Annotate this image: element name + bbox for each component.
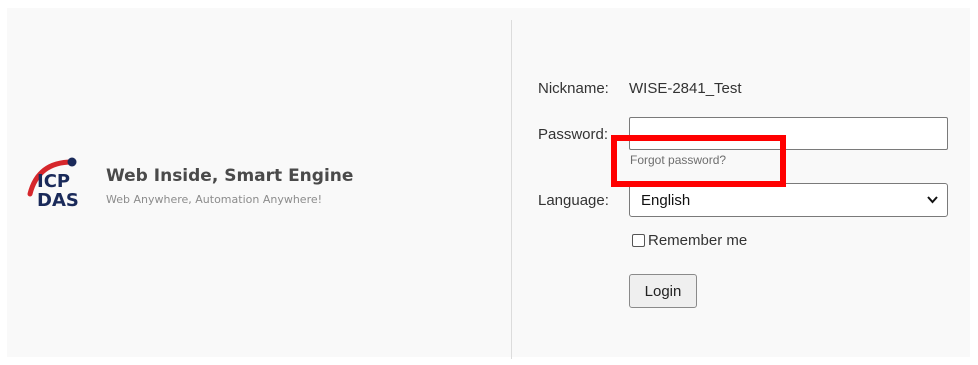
chevron-down-icon [927,196,938,204]
remember-me-checkbox[interactable] [632,234,645,247]
password-input[interactable] [629,117,948,150]
language-selected-value: English [641,192,691,209]
login-button[interactable]: Login [629,274,697,308]
logo-text-top: ICP [37,171,70,192]
language-label: Language: [538,192,609,209]
logo-text-bottom: DAS [37,190,79,211]
icpdas-logo: ICP DAS [27,157,79,211]
brand-subtitle: Web Anywhere, Automation Anywhere! [106,193,323,206]
password-label: Password: [538,126,609,143]
remember-me-label[interactable]: Remember me [648,232,747,249]
brand-title: Web Inside, Smart Engine [106,166,354,186]
language-select[interactable]: English [629,183,948,217]
panel-divider [511,20,512,359]
nickname-label: Nickname: [538,80,609,97]
forgot-password-link[interactable]: Forgot password? [630,153,726,167]
nickname-value: WISE-2841_Test [629,80,742,97]
